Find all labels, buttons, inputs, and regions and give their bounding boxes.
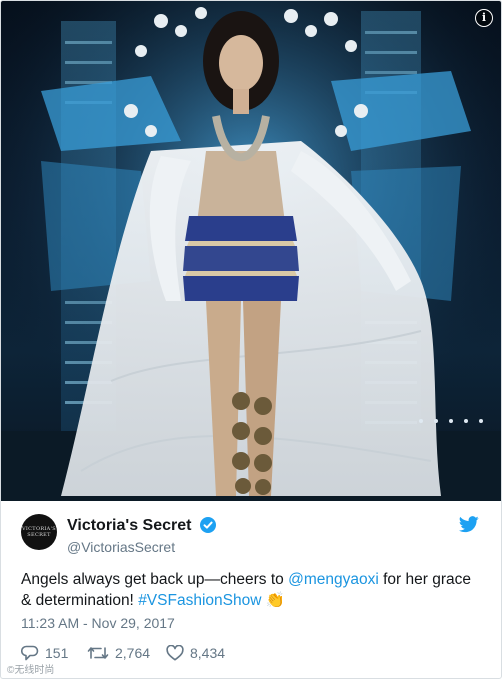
face [219, 35, 263, 91]
twitter-bird-icon[interactable] [459, 516, 479, 533]
reply-button[interactable]: 151 [21, 643, 68, 663]
tweet-timestamp[interactable]: 11:23 AM - Nov 29, 2017 [21, 615, 175, 631]
author-avatar[interactable]: VICTORIA'S SECRET [21, 514, 57, 550]
source-watermark: ©无线时尚 [7, 665, 55, 676]
reply-icon [21, 645, 39, 660]
like-button[interactable]: 8,434 [166, 643, 225, 663]
verified-badge-icon [199, 517, 216, 533]
retweet-button[interactable]: 2,764 [87, 643, 150, 663]
tweet-text: Angels always get back up—cheers to @men… [21, 569, 483, 611]
author-name-row[interactable]: Victoria's Secret [67, 517, 216, 535]
mention-link[interactable]: @mengyaoxi [288, 571, 379, 588]
retweet-icon [87, 647, 109, 659]
tweet-media-photo[interactable]: i [1, 1, 501, 501]
author-name[interactable]: Victoria's Secret [67, 517, 191, 534]
clapping-hands-emoji: 👏 [265, 592, 286, 609]
heart-icon [166, 645, 184, 661]
reply-count: 151 [45, 645, 69, 661]
tweet-author-header: VICTORIA'S SECRET Victoria's Secret @Vic… [21, 514, 481, 555]
tweet-text-part: Angels always get back up—cheers to [21, 571, 289, 588]
info-icon[interactable]: i [475, 9, 493, 27]
hashtag-link[interactable]: #VSFashionShow [138, 592, 261, 609]
retweet-count: 2,764 [115, 645, 151, 661]
like-count: 8,434 [190, 645, 226, 661]
runway-illustration [1, 1, 501, 501]
tweet-card: i VICTORIA'S SECRET Victoria's Secret @V… [0, 0, 502, 679]
blue-bandeau [183, 216, 299, 301]
author-handle[interactable]: @VictoriasSecret [67, 539, 175, 555]
